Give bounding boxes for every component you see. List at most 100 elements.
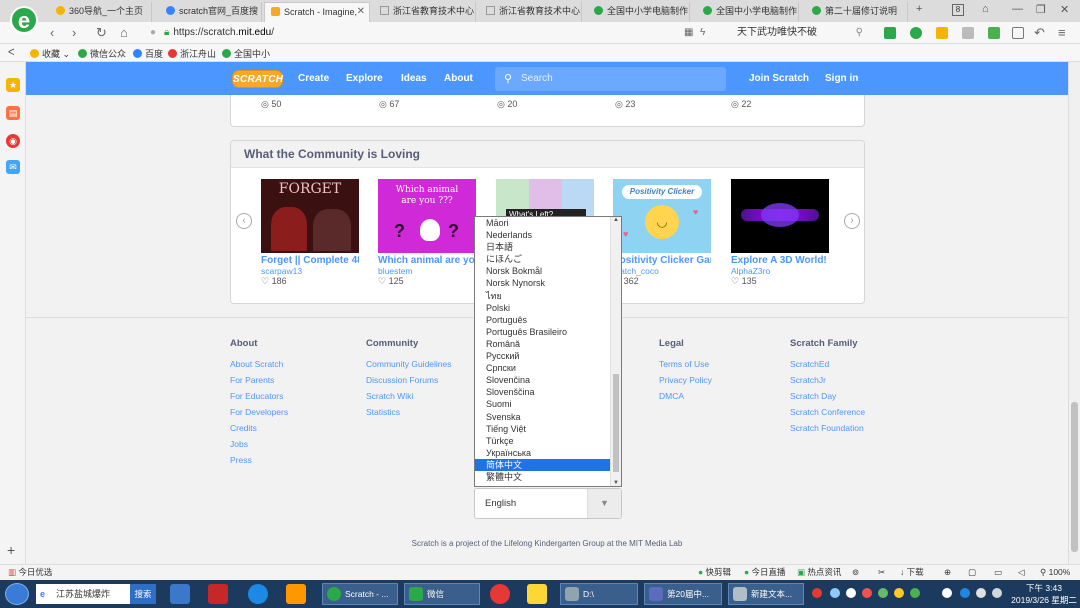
tray-icon[interactable] xyxy=(878,588,888,598)
status-icon[interactable]: ⊚ xyxy=(852,565,859,580)
tab-quanguo-1[interactable]: 全国中小学电脑制作 xyxy=(588,2,690,22)
page-scrollbar[interactable] xyxy=(1068,62,1080,564)
plugin-icon[interactable] xyxy=(910,27,922,39)
mail-icon[interactable]: ✉ xyxy=(6,160,20,174)
speaker-icon[interactable]: ◁ xyxy=(1018,565,1025,580)
language-option[interactable]: Українська xyxy=(475,447,611,459)
status-icon[interactable]: ⊕ xyxy=(944,565,951,580)
language-option[interactable]: Türkçe xyxy=(475,435,611,447)
language-option[interactable]: Русский xyxy=(475,350,611,362)
scratch-search-input[interactable]: ⚲ Search xyxy=(495,67,726,91)
undo-icon[interactable]: ↶ xyxy=(1034,25,1045,41)
nav-create[interactable]: Create xyxy=(298,73,329,84)
footer-link[interactable]: Discussion Forums xyxy=(366,375,452,385)
footer-link[interactable]: For Educators xyxy=(230,391,288,401)
project-thumbnail[interactable] xyxy=(731,179,829,253)
player-icon[interactable] xyxy=(527,584,547,604)
footer-link[interactable]: ScratchEd xyxy=(790,359,865,369)
app-tray-icon[interactable] xyxy=(960,588,970,598)
home-icon[interactable]: ⌂ xyxy=(120,25,128,40)
language-option[interactable]: Nederlands xyxy=(475,229,611,241)
carousel-next-arrow[interactable]: › xyxy=(844,213,860,229)
tab-zhejiang-2[interactable]: 浙江省教育技术中心 xyxy=(480,2,582,22)
status-icon[interactable]: ▭ xyxy=(994,565,1002,580)
language-option[interactable]: Română xyxy=(475,338,611,350)
project-card[interactable]: FORGET Forget || Complete 48 scarpaw13 ♡… xyxy=(261,179,359,287)
language-option[interactable]: Slovenščina xyxy=(475,386,611,398)
shirt-icon[interactable]: ⌂ xyxy=(982,3,989,15)
scroll-down-arrow[interactable]: ▼ xyxy=(613,480,619,486)
footer-link[interactable]: Scratch Foundation xyxy=(790,423,865,433)
bookmark-quanguo[interactable]: 全国中小 xyxy=(222,47,270,60)
desktop-icon[interactable] xyxy=(170,584,190,604)
project-thumbnail[interactable]: Positivity Clicker ◡ ♥ ♥ xyxy=(613,179,711,253)
language-option[interactable]: Polski xyxy=(475,302,611,314)
dropdown-scroll-thumb[interactable] xyxy=(613,374,619,472)
chat-icon[interactable] xyxy=(962,27,974,39)
sign-in-link[interactable]: Sign in xyxy=(825,73,858,84)
ie-browser-icon[interactable] xyxy=(248,584,268,604)
status-item[interactable]: ▣ 热点资讯 xyxy=(797,565,841,580)
language-option[interactable]: 日本語 xyxy=(475,241,611,253)
volume-icon[interactable] xyxy=(976,588,986,598)
language-option[interactable]: Māori xyxy=(475,217,611,229)
language-option[interactable]: Tiếng Việt xyxy=(475,423,611,435)
project-thumbnail[interactable]: FORGET xyxy=(261,179,359,253)
tab-revision[interactable]: 第二十届修订说明 xyxy=(806,2,908,22)
taskbar-search-input[interactable]: e 江苏盐城爆炸 搜索 xyxy=(36,584,156,604)
browser-search-input[interactable]: 天下武功唯快不破 ⚲ xyxy=(737,24,867,42)
minimize-icon[interactable]: — xyxy=(1012,3,1023,15)
language-option[interactable]: Svenska xyxy=(475,411,611,423)
footer-link[interactable]: DMCA xyxy=(659,391,712,401)
footer-link[interactable]: Terms of Use xyxy=(659,359,712,369)
restore-icon[interactable]: ❐ xyxy=(1036,3,1046,16)
tray-icon[interactable] xyxy=(894,588,904,598)
language-option[interactable]: Norsk Nynorsk xyxy=(475,277,611,289)
project-title[interactable]: Forget || Complete 48 xyxy=(261,255,359,266)
task-wechat[interactable]: 微信 xyxy=(404,583,480,605)
project-thumbnail[interactable]: Which animal are you ??? ? ? xyxy=(378,179,476,253)
task-scratch[interactable]: Scratch - ... xyxy=(322,583,398,605)
lightning-icon[interactable]: ϟ xyxy=(700,27,705,38)
status-icon[interactable]: ▢ xyxy=(968,565,976,580)
taskbar-search-button[interactable]: 搜索 xyxy=(130,584,156,604)
start-button[interactable] xyxy=(5,583,29,605)
project-card[interactable]: Explore A 3D World! AlphaZ3ro ♡ 135 xyxy=(731,179,829,287)
footer-link[interactable]: Jobs xyxy=(230,439,288,449)
scroll-up-arrow[interactable]: ▲ xyxy=(613,217,619,223)
footer-link[interactable]: ScratchJr xyxy=(790,375,865,385)
status-item[interactable]: ↓ 下载 xyxy=(900,565,924,580)
notes-icon[interactable]: ▤ xyxy=(6,106,20,120)
language-option[interactable]: ไทย xyxy=(475,290,611,302)
add-sidebar-icon[interactable]: + xyxy=(7,542,15,558)
tab-count-badge[interactable]: 8 xyxy=(952,4,964,16)
chevron-down-icon[interactable]: ▼ xyxy=(587,489,621,518)
footer-link[interactable]: Scratch Day xyxy=(790,391,865,401)
language-option[interactable]: にほんご xyxy=(475,253,611,265)
tray-icon[interactable] xyxy=(862,588,872,598)
tray-icon[interactable] xyxy=(812,588,822,598)
phone-icon[interactable] xyxy=(1012,27,1024,39)
footer-link[interactable]: For Parents xyxy=(230,375,288,385)
nav-explore[interactable]: Explore xyxy=(346,73,383,84)
shield-plugin-icon[interactable] xyxy=(936,27,948,39)
project-author[interactable]: bluestem xyxy=(378,266,476,276)
language-dropdown-list[interactable]: Māori Nederlands 日本語 にほんご Norsk Bokmål Norsk … xyxy=(474,216,622,487)
search-icon[interactable]: ⚲ xyxy=(856,24,863,42)
arrow-tray-icon[interactable] xyxy=(942,588,952,598)
network-icon[interactable] xyxy=(992,588,1002,598)
scissors-icon[interactable] xyxy=(884,27,896,39)
zoom-level[interactable]: ⚲ 100% xyxy=(1040,565,1070,580)
footer-link[interactable]: Scratch Wiki xyxy=(366,391,452,401)
language-option[interactable]: Српски xyxy=(475,362,611,374)
close-icon[interactable]: ✕ xyxy=(357,3,365,21)
wechat-tray-icon[interactable] xyxy=(910,588,920,598)
status-today-picks[interactable]: ▥ 今日优选 xyxy=(8,565,52,580)
task-explorer[interactable]: D:\ xyxy=(560,583,638,605)
project-card[interactable]: Which animal are you ??? ? ? Which anima… xyxy=(378,179,476,287)
bookmark-zhoushan[interactable]: 浙江舟山 xyxy=(168,47,216,60)
language-option[interactable]: Português xyxy=(475,314,611,326)
dropdown-scrollbar[interactable]: ▲ ▼ xyxy=(610,217,621,486)
forward-icon[interactable]: › xyxy=(72,25,76,40)
language-select[interactable]: English ▼ xyxy=(474,488,622,519)
